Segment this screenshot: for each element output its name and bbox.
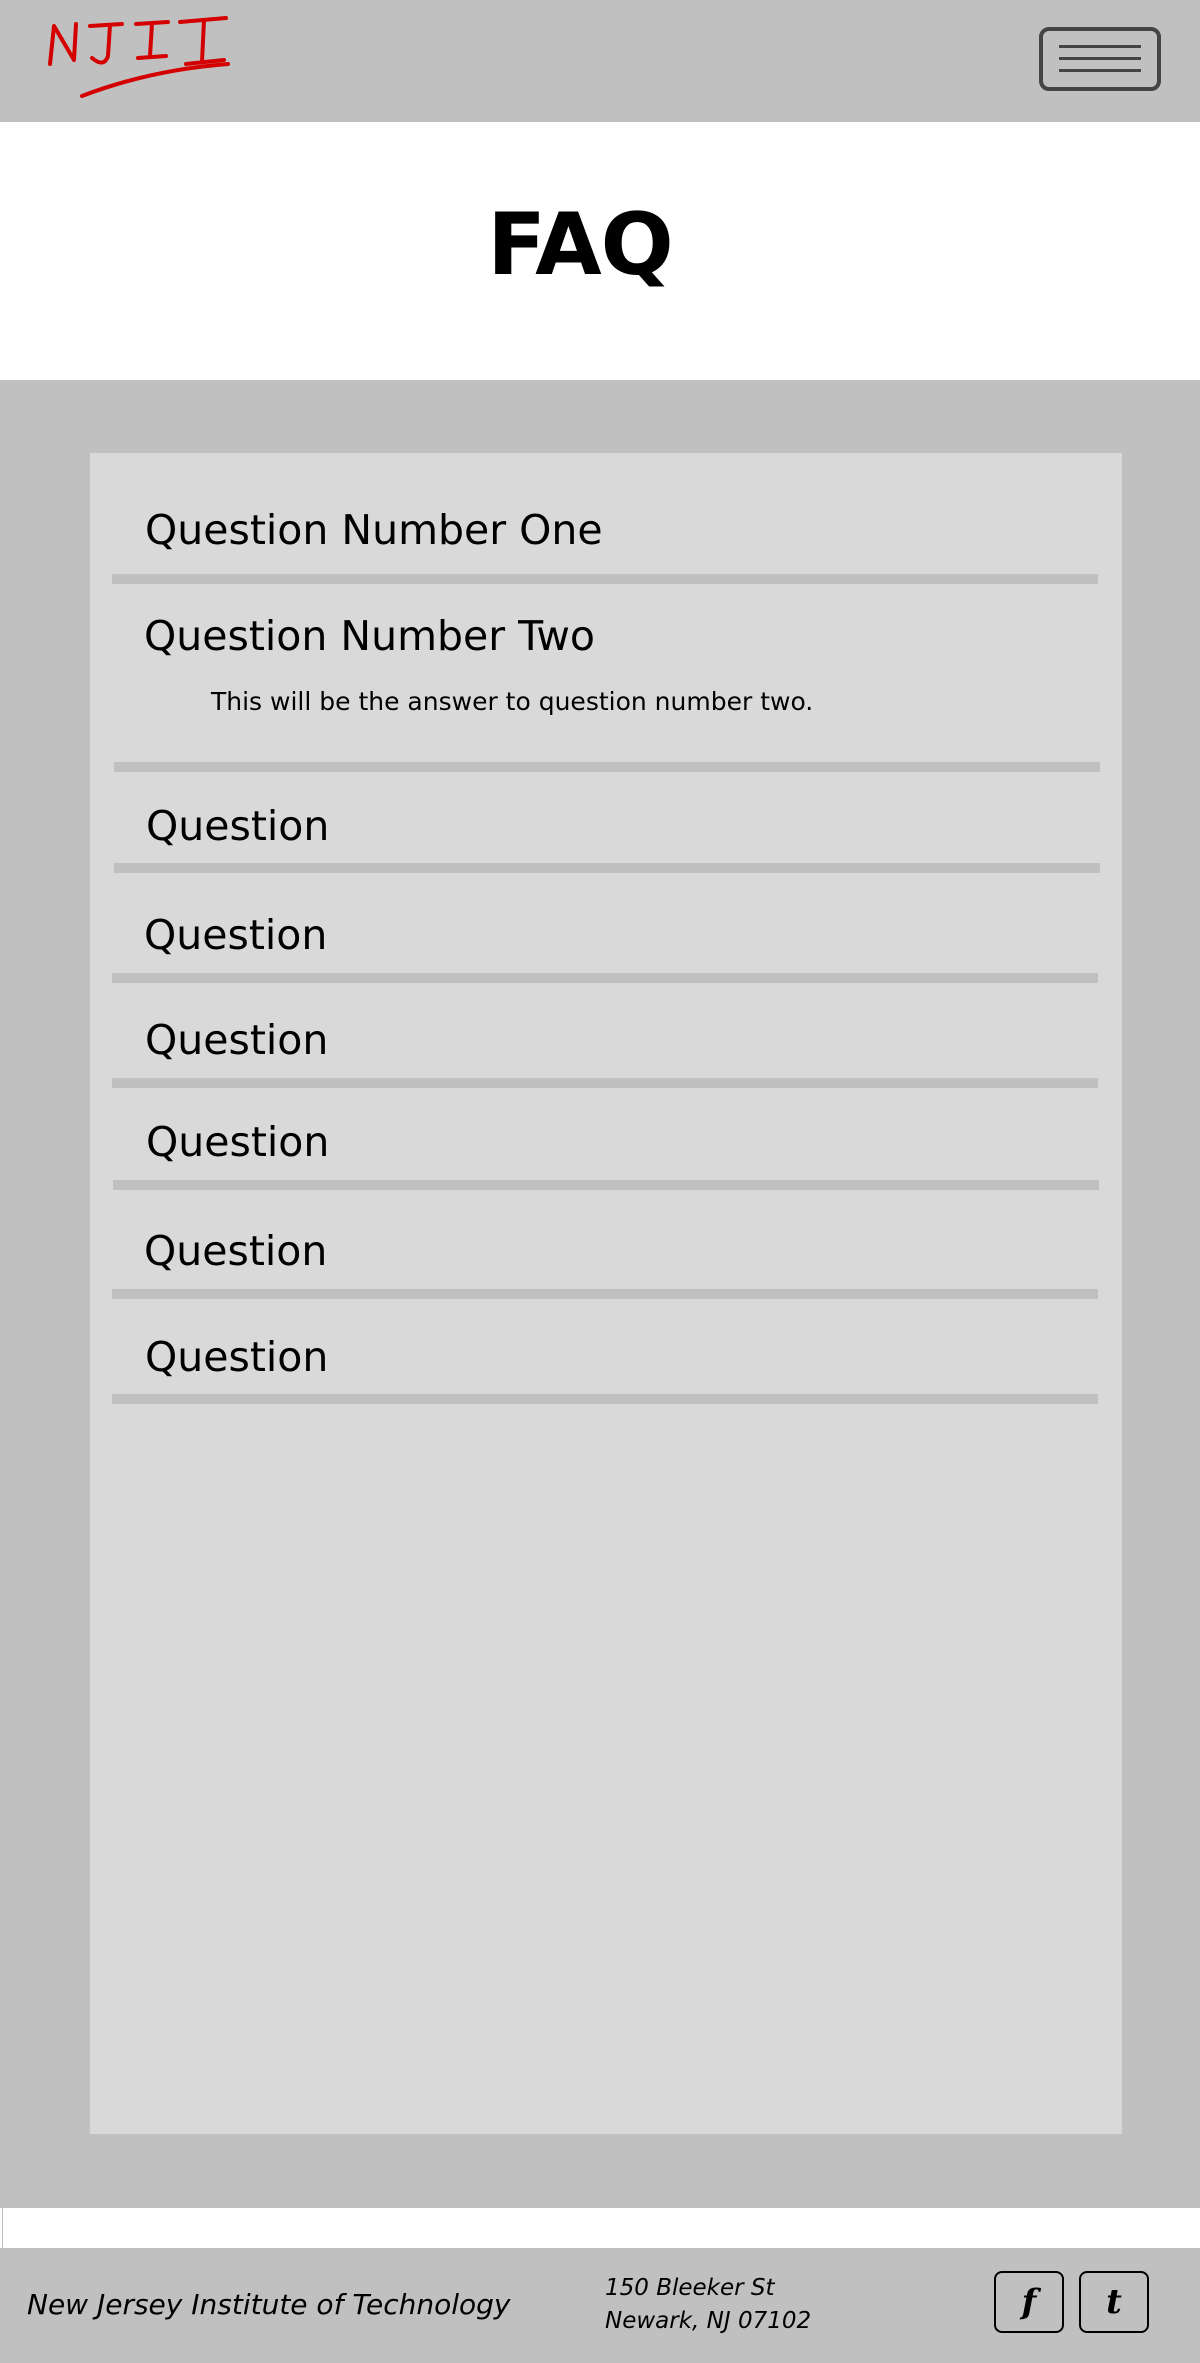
faq-item[interactable]: Question Number One [90, 453, 1122, 585]
faq-question[interactable]: Question [144, 1227, 327, 1275]
faq-question[interactable]: Question Number Two [144, 612, 595, 660]
faq-item[interactable]: Question [90, 983, 1122, 1078]
footer-address: 150 Bleeker St Newark, NJ 07102 [605, 2272, 811, 2338]
faq-question[interactable]: Question [145, 1016, 328, 1064]
page-title: FAQ [487, 195, 674, 295]
menu-icon-line [1059, 45, 1141, 48]
facebook-button[interactable]: f [994, 2271, 1064, 2333]
menu-icon-line [1059, 69, 1141, 72]
hamburger-menu-button[interactable] [1039, 27, 1161, 91]
faq-divider [112, 1394, 1098, 1404]
faq-divider [112, 1078, 1098, 1088]
footer-spacer [2, 2208, 1200, 2248]
faq-divider [113, 1180, 1099, 1190]
menu-icon-line [1059, 57, 1141, 60]
faq-answer: This will be the answer to question numb… [211, 687, 814, 716]
faq-divider [112, 574, 1098, 584]
njii-logo[interactable] [40, 10, 240, 106]
faq-question[interactable]: Question Number One [145, 506, 603, 554]
faq-item[interactable]: Question [90, 1299, 1122, 1395]
faq-item[interactable]: Question [90, 1190, 1122, 1289]
faq-item-expanded[interactable]: Question Number Two This will be the ans… [90, 584, 1122, 774]
faq-question[interactable]: Question [144, 911, 327, 959]
faq-item[interactable]: Question [90, 772, 1122, 872]
footer-address-line1: 150 Bleeker St [605, 2275, 775, 2301]
footer-organization-name: New Jersey Institute of Technology [27, 2288, 511, 2321]
twitter-button[interactable]: t [1079, 2271, 1149, 2333]
faq-item[interactable]: Question [90, 1088, 1122, 1180]
faq-item[interactable]: Question [90, 873, 1122, 973]
faq-divider [114, 762, 1100, 772]
site-header [0, 0, 1200, 122]
faq-question[interactable]: Question [145, 1333, 328, 1381]
faq-question[interactable]: Question [146, 802, 329, 850]
faq-divider [112, 1289, 1098, 1299]
title-section: FAQ [0, 122, 1200, 380]
faq-divider [112, 973, 1098, 983]
faq-question[interactable]: Question [146, 1118, 329, 1166]
faq-panel: Question Number One Question Number Two … [90, 453, 1122, 2134]
faq-divider [114, 863, 1100, 873]
site-footer: New Jersey Institute of Technology 150 B… [0, 2248, 1200, 2363]
footer-address-line2: Newark, NJ 07102 [605, 2308, 812, 2334]
